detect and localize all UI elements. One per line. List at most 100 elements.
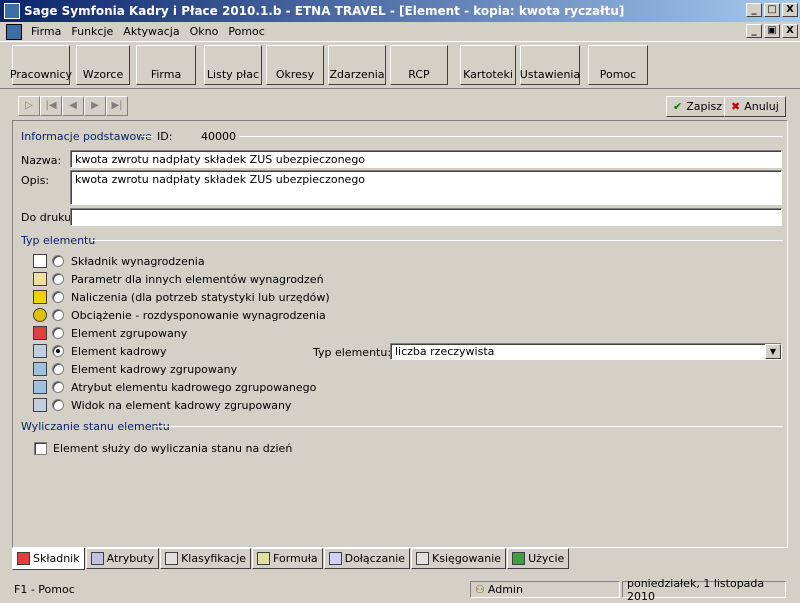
tab-skladnik[interactable]: Składnik: [12, 548, 85, 570]
section-basic-info: Informacje podstawowe: [21, 130, 152, 143]
menu-pomoc[interactable]: Pomoc: [223, 25, 269, 38]
menu-aktywacja[interactable]: Aktywacja: [118, 25, 184, 38]
app-icon[interactable]: [4, 3, 20, 19]
toolbar-listy-plac-button[interactable]: Listy płac: [204, 45, 262, 85]
mdi-minimize-button[interactable]: _: [746, 24, 762, 38]
settings-icon: [539, 48, 561, 66]
calculation-icon: [33, 290, 47, 304]
toolbar-zdarzenia-button[interactable]: Zdarzenia: [328, 45, 386, 85]
status-help-text: F1 - Pomoc: [14, 583, 75, 596]
mdi-close-button[interactable]: X: [782, 24, 798, 38]
nav-edit-button[interactable]: ▷: [18, 96, 40, 116]
toolbar-wzorce-button[interactable]: Wzorce: [76, 45, 130, 85]
type-option-hr-element[interactable]: Element kadrowy: [33, 342, 166, 360]
radio-view[interactable]: [52, 399, 64, 411]
last-record-icon: ▶|: [111, 100, 123, 111]
nav-last-button[interactable]: ▶|: [106, 96, 128, 116]
globe-icon: [155, 48, 177, 66]
type-option-group[interactable]: Element zgrupowany: [33, 324, 187, 342]
tab-atrybuty[interactable]: Atrybuty: [85, 548, 160, 569]
section-divider: [239, 136, 783, 137]
charge-icon: [33, 308, 47, 322]
nav-prev-button[interactable]: ◀: [62, 96, 84, 116]
menu-funkcje[interactable]: Funkcje: [66, 25, 118, 38]
edit-icon: ▷: [25, 100, 33, 111]
menu-okno[interactable]: Okno: [185, 25, 224, 38]
print-input[interactable]: [70, 208, 782, 226]
close-button[interactable]: X: [782, 3, 798, 17]
state-calculation-label: Element służy do wyliczania stanu na dzi…: [53, 442, 293, 455]
mdi-restore-button[interactable]: ▣: [764, 24, 780, 38]
radio-parameter[interactable]: [52, 273, 64, 285]
toolbar-pomoc-button[interactable]: Pomoc: [588, 45, 648, 85]
toolbar-kartoteki-button[interactable]: Kartoteki: [460, 45, 516, 85]
component-tab-icon: [17, 552, 30, 565]
tab-dolaczanie[interactable]: Dołączanie: [323, 548, 411, 569]
radio-calculation[interactable]: [52, 291, 64, 303]
type-option-hr-group[interactable]: Element kadrowy zgrupowany: [33, 360, 237, 378]
description-label: Opis:: [21, 174, 50, 187]
radio-group[interactable]: [52, 327, 64, 339]
next-record-icon: ▶: [91, 100, 99, 111]
menu-firma[interactable]: Firma: [26, 25, 66, 38]
radio-attribute[interactable]: [52, 381, 64, 393]
status-date-panel: poniedziałek, 1 listopada 2010: [622, 577, 786, 603]
value-type-selected: liczba rzeczywista: [395, 345, 495, 358]
toolbar-okresy-button[interactable]: Okresy: [266, 45, 324, 85]
accounting-tab-icon: [416, 552, 430, 565]
state-calculation-checkbox[interactable]: [34, 442, 47, 455]
toolbar-rcp-button[interactable]: RCP: [390, 45, 448, 85]
templates-icon: [92, 48, 114, 66]
type-option-attribute[interactable]: Atrybut elementu kadrowego zgrupowanego: [33, 378, 316, 396]
periods-icon: [284, 48, 306, 66]
tab-uzycie[interactable]: Użycie: [507, 548, 570, 569]
tab-formula[interactable]: Formuła: [252, 548, 323, 569]
title-bar: Sage Symfonia Kadry i Płace 2010.1.b - E…: [0, 0, 800, 22]
dropdown-arrow-icon[interactable]: ▼: [765, 344, 781, 359]
employees-icon: [30, 48, 52, 66]
minimize-button[interactable]: _: [746, 3, 762, 17]
name-input[interactable]: kwota zwrotu nadpłaty składek ZUS ubezpi…: [70, 150, 782, 168]
payroll-icon: [222, 48, 244, 66]
document-icon[interactable]: [6, 23, 22, 40]
menu-bar: Firma Funkcje Aktywacja Okno Pomoc: [0, 22, 800, 41]
classification-tab-icon: [165, 552, 179, 565]
toolbar-firma-button[interactable]: Firma: [136, 45, 196, 85]
main-toolbar: Pracownicy Wzorce Firma Listy płac Okres…: [0, 41, 800, 89]
type-option-parameter[interactable]: Parametr dla innych elementów wynagrodze…: [33, 270, 324, 288]
tab-ksiegowanie[interactable]: Księgowanie: [411, 548, 507, 569]
save-button[interactable]: ✔ Zapisz: [666, 96, 730, 117]
radio-hr-group[interactable]: [52, 363, 64, 375]
cancel-button[interactable]: ✖ Anuluj: [724, 96, 786, 117]
usage-tab-icon: [512, 552, 526, 565]
description-textarea[interactable]: kwota zwrotu nadpłaty składek ZUS ubezpi…: [70, 170, 782, 205]
status-user-panel: ⚇ Admin: [470, 581, 620, 598]
value-type-select[interactable]: liczba rzeczywista ▼: [390, 343, 782, 360]
type-option-calculation[interactable]: Naliczenia (dla potrzeb statystyki lub u…: [33, 288, 330, 306]
radio-salary-component[interactable]: [52, 255, 64, 267]
type-option-salary-component[interactable]: Składnik wynagrodzenia: [33, 252, 205, 270]
section-divider: [141, 136, 153, 137]
tab-klasyfikacje[interactable]: Klasyfikacje: [160, 548, 252, 569]
nav-next-button[interactable]: ▶: [84, 96, 106, 116]
section-divider: [153, 426, 783, 427]
section-divider: [91, 240, 783, 241]
checkmark-icon: ✔: [673, 100, 683, 113]
events-icon: [346, 48, 368, 66]
user-icon: ⚇: [475, 583, 485, 596]
radio-hr-element[interactable]: [52, 345, 64, 357]
formula-tab-icon: [257, 552, 271, 565]
toolbar-ustawienia-button[interactable]: Ustawienia: [520, 45, 580, 85]
section-state-calculation: Wyliczanie stanu elementu: [21, 420, 170, 433]
attribute-icon: [33, 380, 47, 394]
id-value: 40000: [201, 130, 236, 143]
element-form-panel: Informacje podstawowe ID: 40000 Nazwa: k…: [12, 120, 788, 548]
type-option-view[interactable]: Widok na element kadrowy zgrupowany: [33, 396, 291, 414]
radio-charge[interactable]: [52, 309, 64, 321]
maximize-button[interactable]: □: [764, 3, 780, 17]
type-option-charge[interactable]: Obciążenie - rozdysponowanie wynagrodzen…: [33, 306, 326, 324]
prev-record-icon: ◀: [69, 100, 77, 111]
toolbar-pracownicy-button[interactable]: Pracownicy: [10, 45, 72, 85]
nav-first-button[interactable]: |◀: [40, 96, 62, 116]
first-record-icon: |◀: [45, 100, 57, 111]
